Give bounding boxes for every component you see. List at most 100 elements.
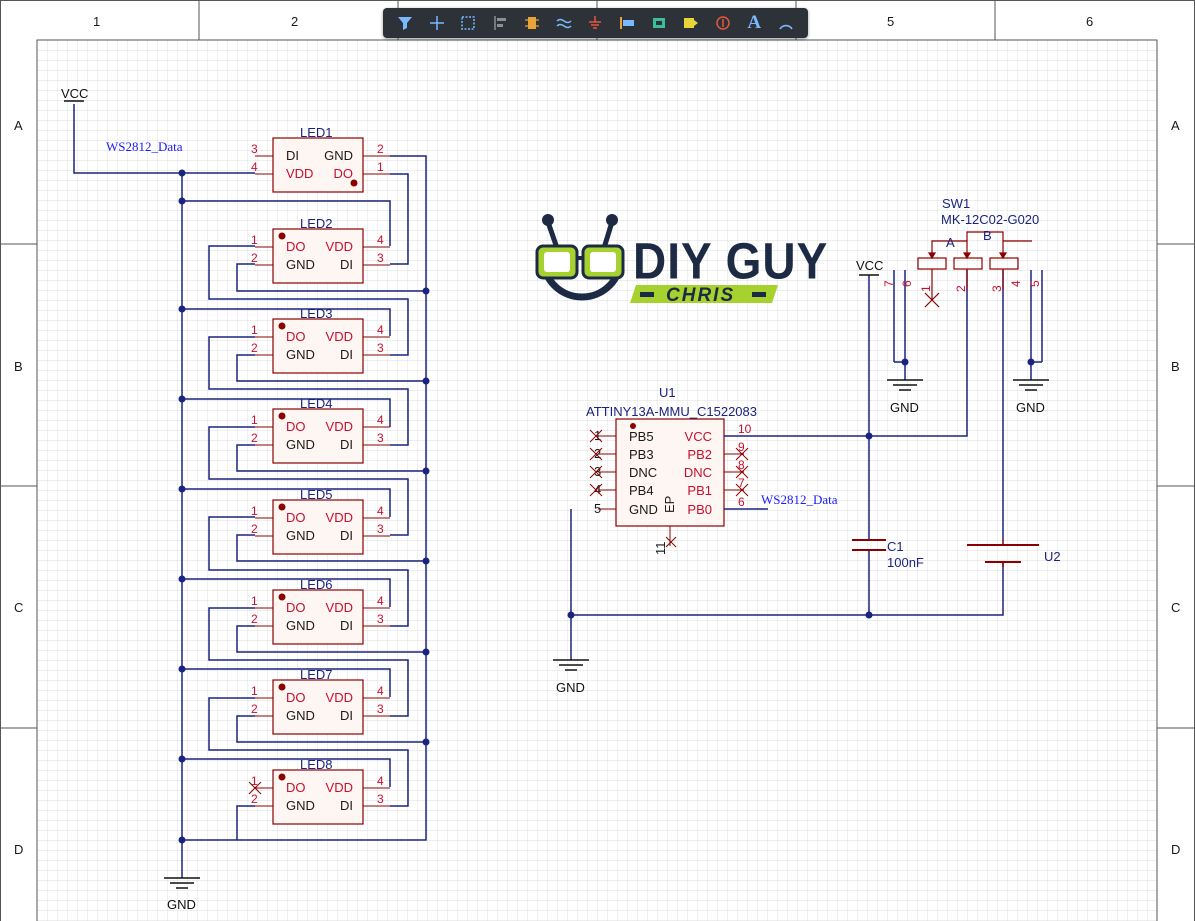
led-pin-name: DO (286, 780, 306, 795)
vcc-symbol: VCC (856, 258, 883, 276)
led-pin-name: DI (340, 618, 353, 633)
u1-pin-number: 5 (594, 501, 601, 516)
led-pin-number: 4 (377, 233, 384, 247)
led-ref: LED3 (300, 306, 333, 321)
led-pin-number: 3 (377, 612, 384, 626)
led-pin-name: DO (286, 690, 306, 705)
led-pin-number: 2 (251, 612, 258, 626)
text-icon[interactable]: A (742, 11, 766, 35)
led-pin-number: 1 (251, 594, 258, 608)
led-pin-name: VDD (326, 690, 353, 705)
svg-text:GND: GND (556, 680, 585, 695)
led-pin-number: 4 (377, 774, 384, 788)
led-pin-number: 1 (251, 413, 258, 427)
u1-pin-number: 6 (738, 495, 745, 509)
u1-pin-name: PB0 (687, 502, 712, 517)
led-pin-number: 1 (251, 233, 258, 247)
svg-text:GND: GND (890, 400, 919, 415)
led-pin-name: VDD (326, 780, 353, 795)
bus-icon[interactable] (552, 11, 576, 35)
column-label: 2 (291, 14, 298, 29)
led-pin-number: 1 (377, 160, 384, 174)
sw1-pin: 6 (900, 280, 914, 287)
led-pin-name: VDD (326, 419, 353, 434)
led-pin-number: 2 (251, 251, 258, 265)
led-pin-name: VDD (286, 166, 313, 181)
led-pin-number: 2 (251, 431, 258, 445)
align-icon[interactable] (488, 11, 512, 35)
filter-icon[interactable] (393, 11, 417, 35)
net-label-ws2812-data: WS2812_Data (761, 492, 838, 507)
led-pin-number: 3 (377, 522, 384, 536)
column-label: 1 (93, 14, 100, 29)
led-pin-number: 3 (377, 341, 384, 355)
led-pin-number: 2 (251, 702, 258, 716)
led-ref: LED7 (300, 667, 333, 682)
arc-icon[interactable] (774, 11, 798, 35)
led-pin-number: 2 (251, 341, 258, 355)
led-ref: LED4 (300, 396, 333, 411)
led-pin-number: 2 (377, 142, 384, 156)
led-pin-number: 4 (377, 594, 384, 608)
u1-pin-name: PB4 (629, 483, 654, 498)
led-pin-number: 4 (251, 160, 258, 174)
u1-value: ATTINY13A-MMU_C1522083 (586, 404, 757, 419)
led-pin-name: VDD (326, 510, 353, 525)
led-pin-name: GND (286, 437, 315, 452)
row-label: D (14, 842, 23, 857)
ground-icon[interactable] (583, 11, 607, 35)
led-pin-name: DO (286, 510, 306, 525)
sw1-pin: 1 (919, 285, 933, 292)
u1-pin-name: PB2 (687, 447, 712, 462)
u1-ep-num: 11 (653, 542, 668, 556)
sw1-ref: SW1 (942, 196, 970, 211)
led-pin-name: GND (286, 798, 315, 813)
logo-line2: CHRIS (666, 285, 735, 306)
led-ref: LED8 (300, 757, 333, 772)
sw1-value: MK-12C02-G020 (941, 212, 1039, 227)
c1-value: 100nF (887, 555, 924, 570)
led-pin-name: DO (286, 419, 306, 434)
svg-text:VCC: VCC (856, 258, 883, 273)
led-pin-number: 4 (377, 504, 384, 518)
port-icon[interactable] (615, 11, 639, 35)
no-connect-icon[interactable] (711, 11, 735, 35)
led-pin-number: 3 (251, 142, 258, 156)
led-pin-number: 3 (377, 792, 384, 806)
row-label: C (14, 600, 23, 615)
sheet-icon[interactable] (679, 11, 703, 35)
led-pin-number: 3 (377, 251, 384, 265)
sw1-pin: 2 (954, 285, 968, 292)
u1-ref: U1 (659, 385, 676, 400)
vcc-symbol: VCC (61, 86, 88, 102)
u1-pin-name: GND (629, 502, 658, 517)
u1-pin-name: PB5 (629, 429, 654, 444)
led-pin-name: DI (340, 437, 353, 452)
led-pin-name: DI (286, 148, 299, 163)
led-pin-name: DI (340, 708, 353, 723)
led-pin-number: 3 (377, 702, 384, 716)
chip-icon[interactable] (647, 11, 671, 35)
row-label: A (1171, 118, 1180, 133)
sw1-pin: 3 (990, 285, 1004, 292)
led-ref: LED2 (300, 216, 333, 231)
select-rect-icon[interactable] (456, 11, 480, 35)
led-pin-name: DO (286, 329, 306, 344)
u2-ref: U2 (1044, 549, 1061, 564)
crosshair-icon[interactable] (425, 11, 449, 35)
sw1-pin: 7 (882, 280, 896, 287)
led-ref: LED6 (300, 577, 333, 592)
schematic-toolbar: A (383, 8, 808, 38)
u1-pin-name: PB3 (629, 447, 654, 462)
svg-text:VCC: VCC (61, 86, 88, 101)
row-label: A (14, 118, 23, 133)
grid-area (37, 40, 1157, 921)
u1-pin-name: DNC (684, 465, 712, 480)
led-pin-name: GND (286, 708, 315, 723)
schematic-canvas[interactable]: 1 2 5 6 A B C D A B C D DIY GUY CHRIS VC… (0, 0, 1195, 921)
component-icon[interactable] (520, 11, 544, 35)
column-label: 6 (1086, 14, 1093, 29)
led-pin-name: GND (324, 148, 353, 163)
led-pin-number: 1 (251, 323, 258, 337)
led-ref: LED5 (300, 487, 333, 502)
